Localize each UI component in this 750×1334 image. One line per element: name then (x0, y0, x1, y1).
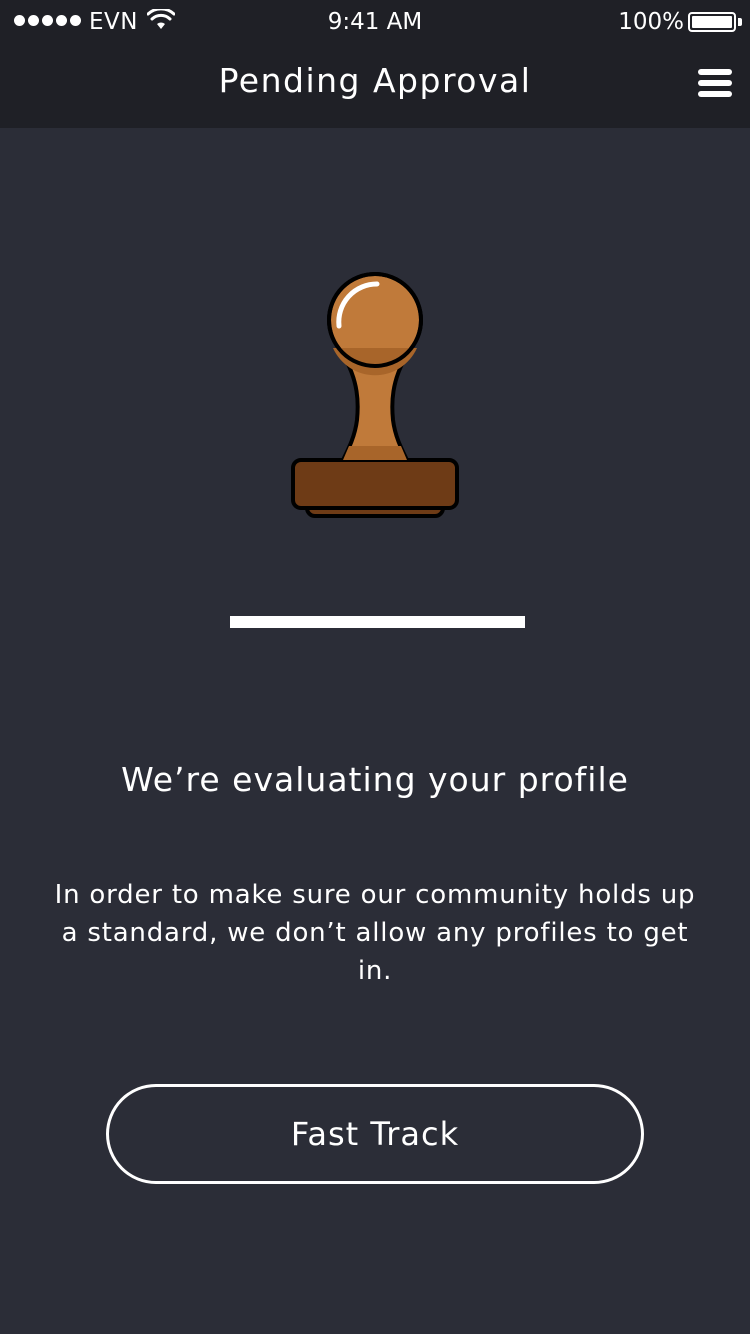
battery-percent: 100% (618, 9, 684, 35)
page-title: Pending Approval (218, 61, 532, 100)
rubber-stamp-icon (291, 272, 459, 518)
headline: We’re evaluating your profile (121, 760, 629, 799)
progress-bar-fill (230, 616, 525, 628)
progress-bar (230, 616, 525, 628)
battery-tip (738, 18, 742, 26)
pending-approval-screen: EVN 9:41 AM 100% Pending Approval We’re … (0, 0, 750, 1334)
hamburger-menu-icon[interactable] (698, 67, 732, 99)
status-bar: EVN 9:41 AM 100% (0, 0, 750, 44)
fast-track-button[interactable]: Fast Track (106, 1084, 644, 1184)
battery-icon (688, 12, 736, 32)
description-text: In order to make sure our community hold… (54, 880, 696, 986)
navigation-bar: Pending Approval (0, 44, 750, 128)
